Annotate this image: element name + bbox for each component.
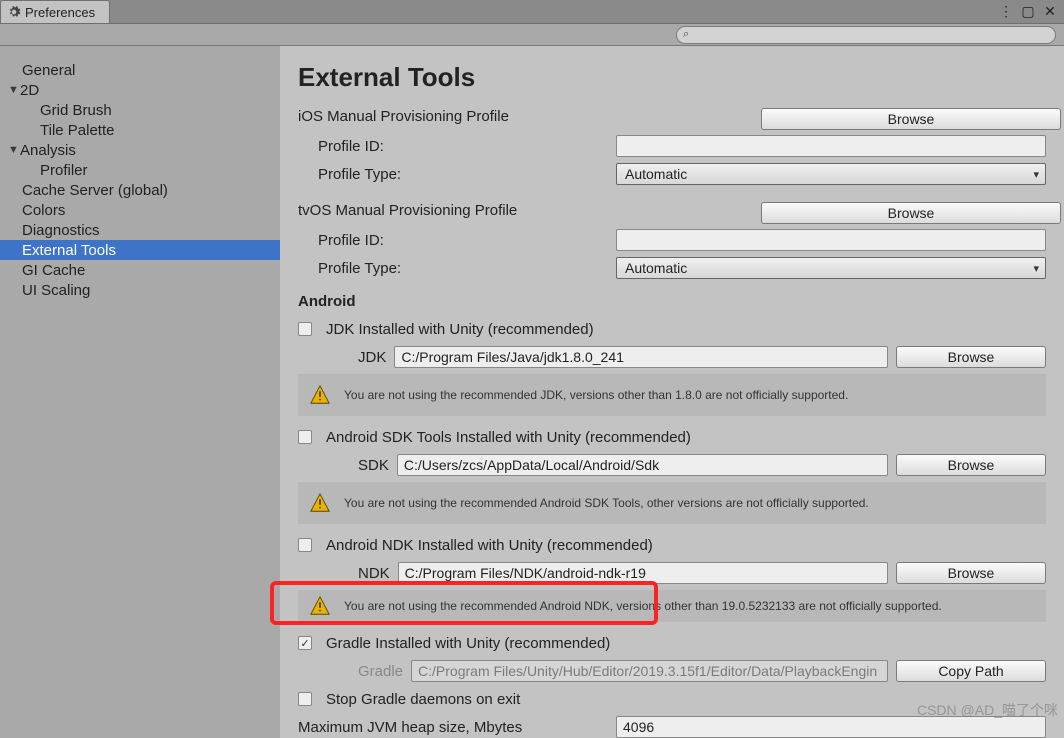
sidebar-item-ui-scaling[interactable]: UI Scaling <box>0 280 280 300</box>
page-title: External Tools <box>298 62 1046 93</box>
tvos-profile-id-input[interactable] <box>616 229 1046 251</box>
sdk-checkbox[interactable] <box>298 430 312 444</box>
warning-icon <box>308 595 332 617</box>
titlebar: Preferences ⋮ ▢ ✕ <box>0 0 1064 24</box>
jdk-label: JDK <box>298 349 386 366</box>
ndk-browse-button[interactable]: Browse <box>896 562 1046 584</box>
gradle-path-input <box>411 660 888 682</box>
sdk-checkbox-label: Android SDK Tools Installed with Unity (… <box>326 429 691 446</box>
ios-profile-type-label: Profile Type: <box>298 166 608 183</box>
android-section-label: Android <box>298 293 1046 310</box>
warning-icon <box>308 492 332 514</box>
sidebar-item-grid-brush[interactable]: Grid Brush <box>0 100 280 120</box>
jdk-warning: You are not using the recommended JDK, v… <box>298 374 1046 416</box>
ios-browse-button[interactable]: Browse <box>761 108 1061 130</box>
watermark: CSDN @AD_喵了个咪 <box>917 700 1058 720</box>
sidebar-item-2d[interactable]: ▼2D <box>0 80 280 100</box>
gradle-copy-path-button[interactable]: Copy Path <box>896 660 1046 682</box>
sidebar-item-cache-server[interactable]: Cache Server (global) <box>0 180 280 200</box>
menu-icon[interactable]: ⋮ <box>998 4 1014 20</box>
tvos-browse-button[interactable]: Browse <box>761 202 1061 224</box>
chevron-down-icon: ▼ <box>8 84 20 96</box>
window-controls: ⋮ ▢ ✕ <box>998 0 1064 23</box>
sidebar-item-diagnostics[interactable]: Diagnostics <box>0 220 280 240</box>
sidebar: General ▼2D Grid Brush Tile Palette ▼Ana… <box>0 46 280 738</box>
chevron-down-icon: ▼ <box>8 144 20 156</box>
search-input[interactable]: ⌕ <box>676 26 1056 44</box>
jdk-browse-button[interactable]: Browse <box>896 346 1046 368</box>
ndk-path-input[interactable] <box>398 562 888 584</box>
sdk-path-input[interactable] <box>397 454 888 476</box>
jdk-checkbox-label: JDK Installed with Unity (recommended) <box>326 321 594 338</box>
gradle-checkbox-label: Gradle Installed with Unity (recommended… <box>326 635 610 652</box>
jdk-checkbox[interactable] <box>298 322 312 336</box>
ios-section-label: iOS Manual Provisioning Profile <box>298 108 753 125</box>
tab-title: Preferences <box>25 5 95 20</box>
ndk-checkbox[interactable] <box>298 538 312 552</box>
jvm-heap-label: Maximum JVM heap size, Mbytes <box>298 719 608 736</box>
sidebar-item-profiler[interactable]: Profiler <box>0 160 280 180</box>
gradle-checkbox[interactable]: ✓ <box>298 636 312 650</box>
sidebar-item-general[interactable]: General <box>0 60 280 80</box>
sidebar-item-tile-palette[interactable]: Tile Palette <box>0 120 280 140</box>
maximize-icon[interactable]: ▢ <box>1020 4 1036 20</box>
tvos-profile-type-select[interactable]: Automatic <box>616 257 1046 279</box>
ios-profile-type-select[interactable]: Automatic <box>616 163 1046 185</box>
tvos-profile-id-label: Profile ID: <box>298 232 608 249</box>
search-icon: ⌕ <box>683 28 689 41</box>
sidebar-item-analysis[interactable]: ▼Analysis <box>0 140 280 160</box>
content-panel: External Tools iOS Manual Provisioning P… <box>280 46 1064 738</box>
tvos-section-label: tvOS Manual Provisioning Profile <box>298 202 753 219</box>
stop-gradle-label: Stop Gradle daemons on exit <box>326 691 520 708</box>
jdk-path-input[interactable] <box>394 346 888 368</box>
ios-profile-id-input[interactable] <box>616 135 1046 157</box>
gradle-label: Gradle <box>298 663 403 680</box>
ndk-checkbox-label: Android NDK Installed with Unity (recomm… <box>326 537 653 554</box>
search-row: ⌕ <box>0 24 1064 46</box>
ndk-warning: You are not using the recommended Androi… <box>298 590 1046 622</box>
sdk-warning: You are not using the recommended Androi… <box>298 482 1046 524</box>
sidebar-item-gi-cache[interactable]: GI Cache <box>0 260 280 280</box>
sdk-browse-button[interactable]: Browse <box>896 454 1046 476</box>
ios-profile-id-label: Profile ID: <box>298 138 608 155</box>
sidebar-item-colors[interactable]: Colors <box>0 200 280 220</box>
sdk-label: SDK <box>298 457 389 474</box>
ndk-label: NDK <box>298 565 390 582</box>
stop-gradle-checkbox[interactable] <box>298 692 312 706</box>
gear-icon <box>7 5 21 19</box>
preferences-tab[interactable]: Preferences <box>0 0 110 23</box>
tvos-profile-type-label: Profile Type: <box>298 260 608 277</box>
close-icon[interactable]: ✕ <box>1042 4 1058 20</box>
sidebar-item-external-tools[interactable]: External Tools <box>0 240 280 260</box>
warning-icon <box>308 384 332 406</box>
